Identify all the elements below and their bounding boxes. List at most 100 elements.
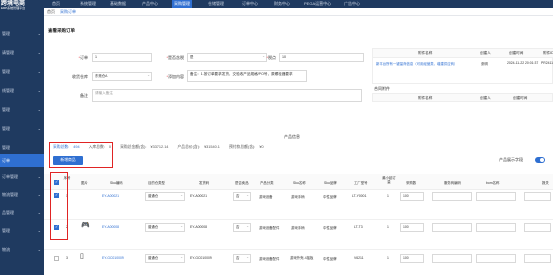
tab-purchase-order[interactable]: 采购订单 (60, 8, 76, 16)
sidebar-item-0[interactable]: 管理 ⌄ (0, 27, 44, 40)
row-customs-input[interactable] (524, 223, 551, 232)
col-is-sale: 是否卖品 (235, 181, 249, 185)
tab-home[interactable]: 首页 (47, 8, 55, 16)
contracts-section: 合同附件 附件名称 创建人 创建时间 (372, 84, 553, 114)
chevron-down-icon: ⌄ (37, 174, 41, 179)
row-factory-model: LT-Y0001 (352, 194, 367, 198)
sidebar-item-12[interactable]: 物流 ⌄ (0, 243, 44, 256)
attachments-col-creator: 创建人 (480, 51, 491, 55)
col-bom: bom名称 (486, 181, 500, 185)
col-brand: Sku品牌 (324, 181, 337, 185)
col-sku-name: Sku名称 (293, 181, 306, 185)
sidebar-item-6[interactable]: 管理 (0, 141, 44, 154)
row-brand: 中性品牌 (323, 257, 337, 261)
row-ship-code: EY-A00021 (190, 194, 208, 198)
row-bom-input[interactable] (476, 254, 516, 263)
nav-orders[interactable]: 订单中心 (242, 0, 258, 8)
stat-total-amount: 采购总金额(含): ¥33712.14 (120, 145, 169, 149)
row-brand: 中性品牌 (323, 226, 337, 230)
row-wh-type-select[interactable]: 普通仓 (145, 254, 185, 263)
col-factory-model: 工厂型号 (354, 181, 368, 185)
sidebar-item-8[interactable]: 订单管理 ⌄ (0, 170, 44, 183)
row-qty-input[interactable]: 100 (400, 192, 424, 201)
sidebar-item-10[interactable]: 品管理 ⌄ (0, 206, 44, 219)
row-sku-link[interactable]: EY-GC010009 (102, 256, 124, 260)
warehouse-select[interactable]: 东莞仓A (92, 72, 152, 81)
chevron-down-icon: ⌄ (37, 88, 41, 93)
chevron-down-icon: ⌄ (37, 50, 41, 55)
attachment-name-link[interactable]: 新平台所有一键量商信息（可用经营类，增建供应商） (376, 61, 456, 66)
row-checkbox[interactable] (54, 256, 59, 261)
stat-prepay-total: 预付款总额(含): ¥0 (228, 145, 264, 149)
extra-content-field[interactable]: 备注：1.按订单要求发货，交验收产品规格/PO号，原螺栓器要求 (187, 70, 307, 82)
tax-point-field[interactable]: 10 (279, 53, 364, 62)
row-is-sale-select[interactable]: 否 (233, 254, 251, 263)
product-section-title: 产品信息 (284, 134, 300, 139)
row-is-sale-select[interactable]: 否 (233, 192, 251, 201)
col-ship-code: 发货码 (199, 181, 210, 185)
row-sku-link[interactable]: EY-A00021 (102, 194, 119, 198)
nav-purchase[interactable]: 采购管理 (172, 0, 192, 8)
sidebar-item-9[interactable]: 物流管理 ⌄ (0, 188, 44, 201)
row-ship-code: EY-GC010009 (190, 256, 212, 260)
row-sku-name: 游戏外壳-4摇板 (290, 256, 314, 260)
warehouse-label: 收货仓库 (72, 74, 88, 79)
row-factory-model: V6211 (354, 256, 364, 260)
order-no-label: *订单 (78, 55, 88, 60)
contracts-header: 附件名称 创建人 创建时间 (372, 93, 553, 102)
sidebar-item-11[interactable]: 管理 ⌄ (0, 224, 44, 237)
row-qty-input[interactable]: 100 (400, 223, 424, 232)
row-vendor-code-input[interactable] (432, 192, 472, 201)
col-image: 图片 (81, 181, 88, 185)
nav-finance[interactable]: 财务中心 (274, 0, 290, 8)
sidebar-item-4[interactable]: 管理 ⌄ (0, 103, 44, 116)
row-wh-type-select[interactable]: 普通仓 (145, 223, 185, 232)
sidebar-item-1[interactable]: 请管理 ⌄ (0, 46, 44, 59)
row-customs-input[interactable] (524, 254, 551, 263)
remark-field[interactable]: 请输入备注 (92, 89, 362, 102)
extra-content-label: *添加内容 (166, 74, 184, 79)
nav-product[interactable]: 产品中心 (142, 0, 158, 8)
row-category: 游戏设备 (259, 195, 273, 199)
chevron-down-icon: ⌄ (37, 126, 41, 131)
row-sku-name: 游戏手柄 (291, 195, 305, 199)
attachment-time: 2024-11-22 20:01:37 (507, 61, 539, 65)
order-no-field[interactable]: 1 (92, 53, 152, 62)
nav-warehouse[interactable]: 仓储管理 (208, 0, 224, 8)
nav-home[interactable]: 首页 (52, 0, 60, 8)
sidebar-item-purchase-order[interactable]: 订单 (0, 154, 44, 167)
chevron-down-icon: ⌄ (37, 107, 41, 112)
row-wh-type-select[interactable]: 普通仓 (145, 192, 185, 201)
contracts-col-time: 创建时间 (513, 96, 528, 100)
row-customs-input[interactable] (524, 192, 551, 201)
product-image-icon: ▯ (80, 253, 84, 260)
nav-system[interactable]: 系统管理 (80, 0, 96, 8)
attachments-table: 附件名称 创建人 创建时间 附件ID 新平台所有一键量商信息（可用经营类，增建供… (372, 48, 553, 84)
attachment-id: PR24112223 (541, 61, 553, 65)
sidebar-item-3[interactable]: 线管理 ⌄ (0, 84, 44, 97)
row-bom-input[interactable] (476, 192, 516, 201)
highlight-box (49, 142, 113, 168)
checkbox-highlight-box (50, 172, 68, 240)
row-sku-link[interactable]: EY-A00008 (102, 225, 119, 229)
nav-ops[interactable]: PEGA运营中心 (304, 0, 331, 8)
chevron-down-icon: ⌄ (37, 228, 41, 233)
remark-label: 备注 (80, 93, 88, 98)
row-vendor-code-input[interactable] (432, 254, 472, 263)
row-is-sale-select[interactable]: 否 (233, 223, 251, 232)
nav-base-data[interactable]: 基础数据 (110, 0, 126, 8)
sidebar-item-5[interactable]: 管理 ⌄ (0, 122, 44, 135)
chevron-down-icon: ⌄ (37, 31, 41, 36)
contracts-col-creator: 创建人 (480, 96, 491, 100)
row-category: 游戏设备配件 (259, 257, 280, 261)
page-title: 查看采购订单 (48, 28, 75, 33)
row-bom-input[interactable] (476, 223, 516, 232)
row-qty-input[interactable]: 100 (400, 254, 424, 263)
nav-ads[interactable]: 广告中心 (344, 0, 360, 8)
table-row: 3 ▯ EY-GC010009 普通仓 EY-GC010009 否 游戏设备配件… (44, 250, 553, 275)
display-fields-toggle[interactable] (535, 157, 545, 163)
row-vendor-code-input[interactable] (432, 223, 472, 232)
sidebar: ERP系统管理平台 管理 ⌄ 请管理 ⌄ 管理 ⌄ 线管理 ⌄ 管理 ⌄ 管理 ⌄ 管理 订… (0, 6, 44, 275)
stat-product-total: 产品总价(含): ¥31540.1 (177, 145, 220, 149)
sidebar-item-2[interactable]: 管理 ⌄ (0, 65, 44, 78)
